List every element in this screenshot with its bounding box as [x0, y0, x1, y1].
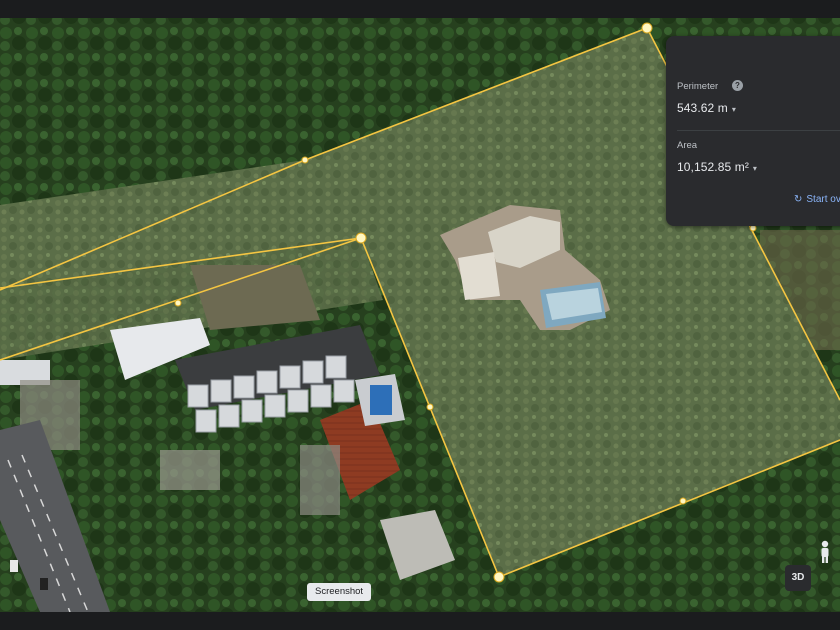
panel-divider — [677, 130, 840, 131]
area-label: Area — [677, 140, 698, 151]
pegman-icon[interactable] — [817, 540, 833, 564]
caret-down-icon: ▾ — [731, 105, 736, 114]
help-icon[interactable]: ? — [732, 80, 743, 91]
perimeter-value[interactable]: 543.62 m ▾ — [677, 101, 736, 115]
start-over-button[interactable]: ↻ Start ov — [794, 194, 840, 205]
area-value[interactable]: 10,152.85 m² ▾ — [677, 160, 757, 174]
measure-panel: Perimeter ? 543.62 m ▾ Area 10,152.85 m² ▾… — [666, 36, 840, 226]
screenshot-button[interactable]: Screenshot — [307, 583, 372, 601]
top-bar — [0, 0, 840, 18]
caret-down-icon: ▾ — [752, 164, 758, 173]
restart-icon: ↻ — [794, 194, 803, 205]
screen: Perimeter ? 543.62 m ▾ Area 10,152.85 m² ▾… — [0, 0, 840, 630]
view-3d-button[interactable]: 3D — [785, 565, 811, 591]
bottom-bar — [0, 612, 840, 630]
perimeter-label: Perimeter — [677, 81, 719, 92]
